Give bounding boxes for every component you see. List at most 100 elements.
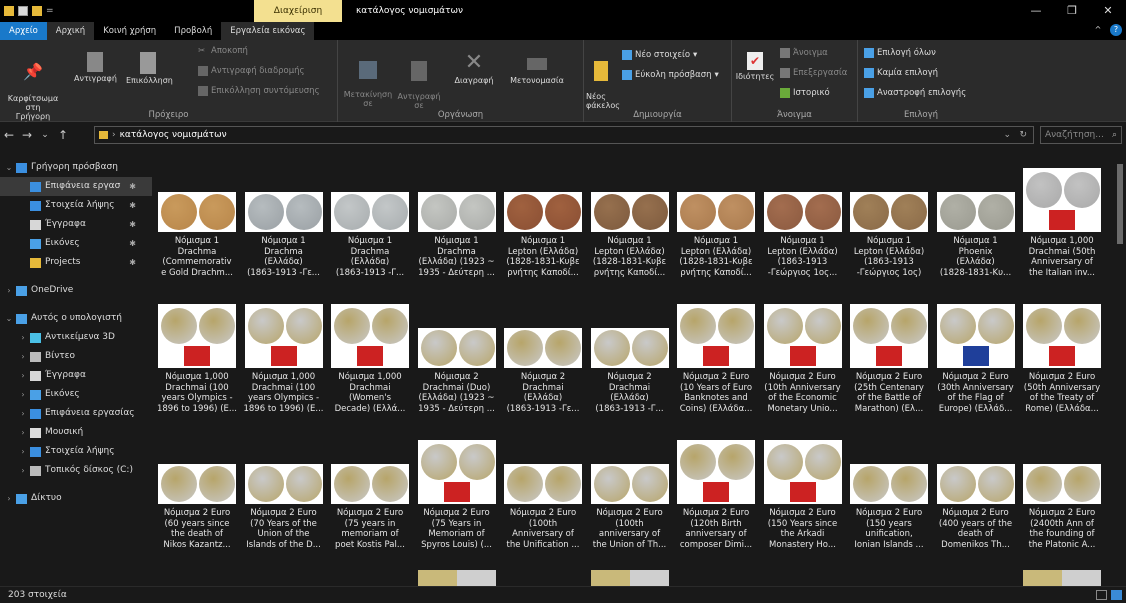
paste-shortcut-button[interactable]: Επικόλληση συντόμευσης — [198, 86, 320, 96]
tab-share[interactable]: Κοινή χρήση — [94, 22, 165, 40]
large-icons-view-icon[interactable] — [1111, 590, 1122, 600]
file-item[interactable]: Νόμισμα 1,000 Drachmai (100 years Olympi… — [154, 300, 240, 430]
file-item[interactable]: Νόμισμα 1 Drachma (Ελλάδα) (1863-1913 -Γ… — [327, 164, 413, 294]
nav-item[interactable]: › Αντικείμενα 3D — [0, 328, 152, 347]
expand-chevron-icon[interactable]: › — [4, 281, 14, 300]
nav-item[interactable]: Στοιχεία λήψης ✱ — [0, 196, 152, 215]
file-item[interactable]: Νόμισμα 1 Lepton (Ελλάδα) (1828-1831-Κυβ… — [500, 164, 586, 294]
file-item[interactable]: Νόμισμα 1,000 Drachmai (50th Anniversary… — [1019, 164, 1105, 294]
history-button[interactable]: Ιστορικό — [780, 88, 830, 98]
file-item[interactable]: Νόμισμα 2 Euro (50th Anniversary of the … — [1019, 300, 1105, 430]
file-item[interactable]: Νόμισμα 2 Drachmai (Ελλάδα) (1863-1913 -… — [587, 300, 673, 430]
nav-item[interactable]: Επιφάνεια εργασ ✱ — [0, 177, 152, 196]
close-icon[interactable]: ✕ — [1090, 0, 1126, 22]
file-item[interactable]: Νόμισμα 1 Lepton (Ελλάδα) (1828-1831-Κυβ… — [673, 164, 759, 294]
minimize-icon[interactable]: — — [1018, 0, 1054, 22]
nav-item[interactable]: › Στοιχεία λήψης — [0, 442, 152, 461]
expand-chevron-icon[interactable]: › — [18, 404, 28, 423]
properties-icon[interactable] — [18, 6, 28, 16]
pin-icon[interactable]: ✱ — [129, 196, 136, 215]
edit-button[interactable]: Επεξεργασία — [780, 68, 847, 78]
address-bar[interactable]: › κατάλογος νομισμάτων ⌄ ↻ — [94, 126, 1034, 144]
nav-item[interactable]: › Έγγραφα — [0, 366, 152, 385]
nav-item[interactable]: Projects ✱ — [0, 253, 152, 272]
nav-item[interactable]: › Εικόνες — [0, 385, 152, 404]
pin-icon[interactable]: ✱ — [129, 234, 136, 253]
expand-chevron-icon[interactable]: › — [18, 461, 28, 480]
paste-button[interactable]: Επικόλληση — [126, 52, 173, 85]
collapse-ribbon-icon[interactable]: ^ — [1092, 24, 1104, 36]
maximize-icon[interactable]: ❐ — [1054, 0, 1090, 22]
copy-path-button[interactable]: Αντιγραφή διαδρομής — [198, 66, 305, 76]
file-item[interactable]: Νόμισμα 2 Euro (150 years unification, I… — [846, 436, 932, 566]
file-item[interactable]: Νόμισμα 2 Drachmai (Ελλάδα) (1863-1913 -… — [500, 300, 586, 430]
file-item[interactable]: Νόμισμα 2 Euro (25th Centenary of the Ba… — [846, 300, 932, 430]
file-item[interactable]: Νόμισμα 2 Euro (100th Anniversary of the… — [500, 436, 586, 566]
file-item[interactable]: Νόμισμα 2 Euro (100th anniversary of the… — [587, 436, 673, 566]
file-item[interactable]: Νόμισμα 2 Euro (10 Years of Euro Banknot… — [673, 300, 759, 430]
file-item[interactable]: Νόμισμα 1 Drachma (Ελλάδα) (1923 ~ 1935 … — [414, 164, 500, 294]
select-all-button[interactable]: Επιλογή όλων — [864, 48, 936, 58]
rename-button[interactable]: Μετονομασία — [506, 52, 568, 85]
new-folder-button[interactable]: Νέος φάκελος — [586, 52, 620, 110]
expand-chevron-icon[interactable]: › — [18, 328, 28, 347]
file-item[interactable]: Νόμισμα 1 Drachma (Commemorativ e Gold D… — [154, 164, 240, 294]
forward-arrow-icon[interactable]: → — [18, 128, 36, 142]
nav-item[interactable]: › Τοπικός δίσκος (C:) — [0, 461, 152, 480]
nav-item[interactable]: ⌄ Αυτός ο υπολογιστή — [0, 309, 152, 328]
nav-item[interactable]: › OneDrive — [0, 281, 152, 300]
tab-file[interactable]: Αρχείο — [0, 22, 47, 40]
customize-toolbar-button[interactable]: = — [46, 6, 54, 16]
open-button[interactable]: Άνοιγμα — [780, 48, 828, 58]
file-item[interactable]: Νόμισμα 2 Euro (400 years of the death o… — [933, 436, 1019, 566]
pin-icon[interactable]: ✱ — [129, 215, 136, 234]
help-icon[interactable]: ? — [1110, 24, 1122, 36]
nav-item[interactable]: › Δίκτυο — [0, 489, 152, 508]
file-item[interactable]: Νόμισμα 1,000 Drachmai (100 years Olympi… — [241, 300, 327, 430]
file-item[interactable]: Νόμισμα 2 Euro (30th Anniversary of the … — [933, 300, 1019, 430]
folder-icon[interactable] — [4, 6, 14, 16]
back-arrow-icon[interactable]: ← — [0, 128, 18, 142]
file-item[interactable]: Νόμισμα 1 Lepton (Ελλάδα) (1863-1913 -Γε… — [846, 164, 932, 294]
nav-item[interactable]: › Επιφάνεια εργασίας — [0, 404, 152, 423]
chevron-down-icon[interactable]: ⌄ — [1003, 130, 1011, 140]
file-item[interactable]: Νόμισμα 2 Euro (2400th Ann of the foundi… — [1019, 436, 1105, 566]
file-item[interactable]: Νόμισμα 1,000 Drachmai (Women's Decade) … — [327, 300, 413, 430]
file-item[interactable]: Νόμισμα 1 Lepton (Ελλάδα) (1828-1831-Κυβ… — [587, 164, 673, 294]
vertical-scrollbar[interactable] — [1114, 148, 1126, 586]
pin-icon[interactable]: ✱ — [129, 177, 136, 196]
search-input[interactable]: Αναζήτηση... ⌕ — [1040, 126, 1122, 144]
tab-home[interactable]: Αρχική — [46, 22, 95, 40]
expand-chevron-icon[interactable]: ⌄ — [4, 309, 14, 328]
up-arrow-icon[interactable]: ↑ — [54, 128, 72, 142]
expand-chevron-icon[interactable]: › — [18, 442, 28, 461]
file-item[interactable]: Νόμισμα 2 Euro (60 years since the death… — [154, 436, 240, 566]
file-item[interactable]: Νόμισμα 2 Drachmai (Duo) (Ελλάδα) (1923 … — [414, 300, 500, 430]
copy-button[interactable]: Αντιγραφή — [74, 52, 117, 83]
expand-chevron-icon[interactable]: › — [4, 489, 14, 508]
expand-chevron-icon[interactable]: › — [18, 366, 28, 385]
move-to-button[interactable]: Μετακίνηση σε — [340, 52, 396, 108]
file-item[interactable]: Νόμισμα 2 Euro (75 years in memoriam of … — [327, 436, 413, 566]
file-item[interactable]: Νόμισμα 1 Phoenix (Ελλάδα) (1828-1831-Κυ… — [933, 164, 1019, 294]
select-none-button[interactable]: Καμία επιλογή — [864, 68, 938, 78]
properties-button[interactable]: ✔ Ιδιότητες — [734, 52, 776, 81]
nav-item[interactable]: › Μουσική — [0, 423, 152, 442]
file-item[interactable]: Νόμισμα 2 Euro (70 Years of the Union of… — [241, 436, 327, 566]
cut-button[interactable]: ✂ Αποκοπή — [198, 46, 248, 56]
expand-chevron-icon[interactable]: › — [18, 347, 28, 366]
file-item[interactable]: Νόμισμα 2 Euro (150 Years since the Arka… — [760, 436, 846, 566]
nav-item[interactable]: › Βίντεο — [0, 347, 152, 366]
nav-item[interactable]: ⌄ Γρήγορη πρόσβαση — [0, 158, 152, 177]
expand-chevron-icon[interactable]: › — [18, 385, 28, 404]
tab-picture-tools[interactable]: Εργαλεία εικόνας — [221, 22, 315, 40]
file-item[interactable]: Νόμισμα 2 Euro (120th Birth anniversary … — [673, 436, 759, 566]
new-folder-icon[interactable] — [32, 6, 42, 16]
delete-button[interactable]: ✕ Διαγραφή — [450, 52, 498, 86]
pin-icon[interactable]: ✱ — [129, 253, 136, 272]
nav-item[interactable]: Έγγραφα ✱ — [0, 215, 152, 234]
file-item[interactable]: Νόμισμα 1 Lepton (Ελλάδα) (1863-1913 -Γε… — [760, 164, 846, 294]
copy-to-button[interactable]: Αντιγραφή σε — [396, 52, 442, 110]
refresh-icon[interactable]: ↻ — [1019, 130, 1027, 140]
easy-access-button[interactable]: Εύκολη πρόσβαση ▾ — [622, 70, 719, 80]
